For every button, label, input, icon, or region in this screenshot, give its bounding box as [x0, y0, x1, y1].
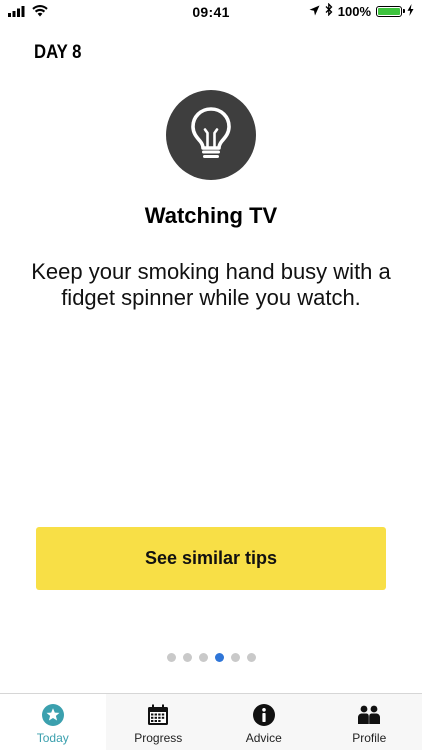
tab-label: Today [36, 731, 69, 745]
star-icon [40, 702, 66, 728]
tab-advice[interactable]: Advice [211, 694, 317, 750]
bluetooth-icon [325, 2, 333, 19]
battery-fill [378, 7, 400, 15]
page-dot[interactable] [246, 653, 256, 662]
battery-nub [403, 9, 405, 13]
screen: 09:41 100% DAY 8 Watching TV Keep your s… [0, 0, 422, 750]
tab-label: Advice [245, 731, 282, 745]
page-dot[interactable] [182, 653, 192, 662]
tip-title: Watching TV [144, 203, 278, 228]
tab-today[interactable]: Today [0, 694, 106, 750]
people-icon [356, 702, 382, 728]
page-indicator [0, 653, 422, 662]
page-dot[interactable] [198, 653, 208, 662]
tip-body: Keep your smoking hand busy with a fidge… [31, 259, 391, 310]
day-label: DAY 8 [34, 42, 82, 63]
see-similar-tips-button[interactable]: See similar tips [36, 527, 386, 590]
status-bar: 09:41 100% [0, 0, 422, 24]
tab-profile[interactable]: Profile [317, 694, 422, 750]
tab-label: Progress [134, 731, 183, 745]
battery-icon [376, 5, 405, 17]
lightbulb-icon [188, 106, 234, 165]
tab-label: Profile [352, 731, 387, 745]
tip-icon-circle [166, 90, 256, 180]
tab-progress[interactable]: Progress [106, 694, 212, 750]
page-dot[interactable] [166, 653, 176, 662]
page-dot[interactable] [230, 653, 240, 662]
location-icon [309, 4, 320, 19]
charging-icon [407, 3, 414, 19]
calendar-icon [145, 702, 171, 728]
tab-bar: Today Progress Advice Profile [0, 693, 422, 750]
battery-percent: 100% [337, 3, 371, 19]
status-right: 100% [309, 2, 414, 19]
info-icon [251, 702, 277, 728]
page-dot-active[interactable] [214, 653, 224, 662]
